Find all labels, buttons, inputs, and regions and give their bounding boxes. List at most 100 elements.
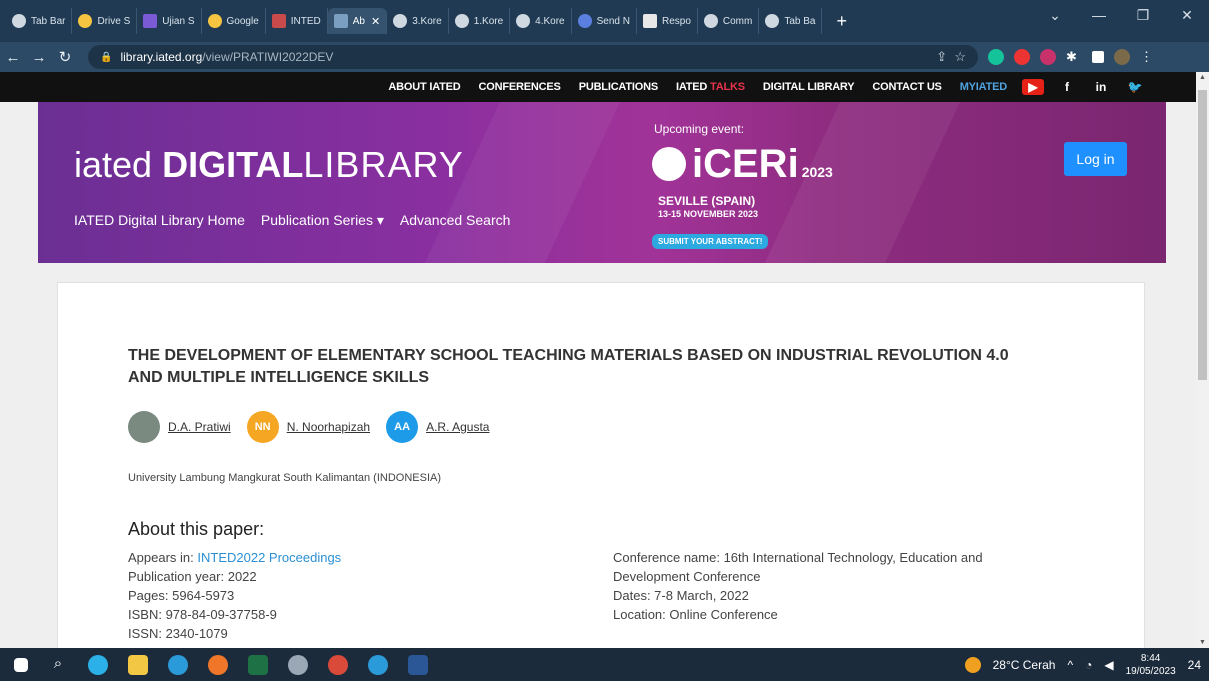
tab-favicon-icon bbox=[765, 14, 780, 28]
windows-start-icon[interactable] bbox=[14, 657, 28, 672]
reload-button[interactable]: ↻ bbox=[52, 48, 78, 66]
nav-digital-library[interactable]: DIGITAL LIBRARY bbox=[754, 81, 864, 93]
site-top-nav: ABOUT IATED CONFERENCES PUBLICATIONS IAT… bbox=[0, 72, 1196, 102]
sidepanel-icon[interactable] bbox=[1092, 51, 1104, 63]
weather-text[interactable]: 28°C Cerah bbox=[993, 658, 1056, 672]
page-scrollbar[interactable]: ▲ ▼ bbox=[1196, 72, 1209, 648]
forms-icon bbox=[143, 14, 158, 28]
chrome-profile-icon[interactable] bbox=[288, 654, 308, 675]
affiliation: University Lambung Mangkurat South Kalim… bbox=[128, 472, 442, 484]
new-tab-button[interactable]: + bbox=[822, 11, 861, 32]
publication-year: Publication year: 2022 bbox=[128, 569, 257, 584]
tab[interactable]: Comm bbox=[698, 8, 760, 34]
nav-myiated[interactable]: MYIATED bbox=[951, 81, 1016, 93]
grammarly-icon[interactable] bbox=[988, 49, 1004, 65]
paper-details-right: Conference name: 16th International Tech… bbox=[613, 548, 983, 624]
forward-button[interactable]: → bbox=[26, 49, 52, 66]
submit-abstract-button[interactable]: SUBMIT YOUR ABSTRACT! bbox=[652, 234, 769, 249]
author[interactable]: D.A. Pratiwi bbox=[128, 411, 231, 443]
tab-favicon-icon bbox=[393, 14, 408, 28]
profile-avatar[interactable] bbox=[1114, 49, 1130, 65]
url-field[interactable]: 🔒 library.iated.org/view/PRATIWI2022DEV … bbox=[88, 45, 978, 69]
author-name[interactable]: D.A. Pratiwi bbox=[168, 420, 231, 434]
notification-icon[interactable]: 24 bbox=[1188, 658, 1201, 672]
volume-icon[interactable]: ◀ bbox=[1104, 658, 1113, 672]
firefox-icon[interactable] bbox=[208, 654, 228, 675]
menu-icon[interactable]: ⋮ bbox=[1140, 49, 1156, 65]
isbn: ISBN: 978-84-09-37758-9 bbox=[128, 607, 277, 622]
tab-favicon-icon bbox=[454, 14, 469, 28]
nav-publication-series[interactable]: Publication Series ▾ bbox=[261, 212, 384, 229]
edge-icon[interactable] bbox=[88, 654, 108, 675]
linkedin-icon[interactable]: in bbox=[1090, 79, 1112, 95]
login-button[interactable]: Log in bbox=[1064, 142, 1127, 176]
tab-search-icon[interactable]: ⌄ bbox=[1033, 0, 1077, 30]
avatar: NN bbox=[246, 411, 279, 443]
back-button[interactable]: ← bbox=[0, 49, 26, 66]
twitter-icon[interactable]: 🐦 bbox=[1124, 79, 1146, 95]
site-logo[interactable]: iated DIGITALLIBRARY bbox=[74, 144, 464, 186]
author-name[interactable]: A.R. Agusta bbox=[426, 420, 489, 434]
chrome-icon[interactable] bbox=[168, 654, 188, 675]
close-tab-icon[interactable]: ✕ bbox=[371, 15, 380, 28]
tab[interactable]: Send N bbox=[572, 8, 637, 34]
author-name[interactable]: N. Noorhapizah bbox=[287, 420, 370, 434]
nav-contact-us[interactable]: CONTACT US bbox=[863, 81, 950, 93]
paper-card: THE DEVELOPMENT OF ELEMENTARY SCHOOL TEA… bbox=[57, 282, 1145, 648]
author[interactable]: AA A.R. Agusta bbox=[386, 411, 489, 443]
adblock-icon[interactable] bbox=[1014, 49, 1030, 65]
nav-iated-talks[interactable]: IATED TALKS bbox=[667, 81, 754, 93]
excel-icon[interactable] bbox=[248, 654, 268, 675]
minimize-button[interactable]: — bbox=[1077, 0, 1121, 30]
upcoming-event-label: Upcoming event: bbox=[654, 122, 745, 136]
tray-chevron-icon[interactable]: ^ bbox=[1067, 658, 1073, 672]
youtube-icon[interactable]: ▶ bbox=[1022, 79, 1044, 95]
tab[interactable]: Tab Ba bbox=[759, 8, 823, 34]
search-icon[interactable]: ⌕ bbox=[48, 655, 68, 675]
nav-about-iated[interactable]: ABOUT IATED bbox=[379, 81, 469, 93]
nav-publications[interactable]: PUBLICATIONS bbox=[570, 81, 667, 93]
scrollbar-thumb[interactable] bbox=[1198, 90, 1207, 380]
nav-advanced-search[interactable]: Advanced Search bbox=[400, 212, 511, 229]
restore-button[interactable]: ❐ bbox=[1121, 0, 1165, 30]
tab[interactable]: INTED bbox=[266, 8, 328, 34]
conference-name: Conference name: 16th International Tech… bbox=[613, 550, 983, 565]
tab-favicon-icon bbox=[333, 14, 348, 28]
conference-location: Location: Online Conference bbox=[613, 607, 778, 622]
browser-tab-strip: Tab Bar Drive S Ujian S Google INTED Ab ✕… bbox=[0, 0, 1209, 42]
tab[interactable]: 3.Kore bbox=[387, 8, 449, 34]
puzzle-icon[interactable]: ✱ bbox=[1066, 49, 1082, 65]
iceri-event-logo[interactable]: iCERi 2023 bbox=[652, 142, 833, 187]
tab[interactable]: Ujian S bbox=[137, 8, 202, 34]
tab[interactable]: Google bbox=[202, 8, 266, 34]
window-controls: ⌄ — ❐ ✕ bbox=[1033, 0, 1209, 30]
extensions-bar: ✱ ⋮ bbox=[988, 49, 1156, 65]
chrome-profile-icon[interactable] bbox=[328, 654, 348, 675]
tab[interactable]: Respo bbox=[637, 8, 698, 34]
share-icon[interactable]: ⇪ ☆ bbox=[936, 49, 966, 65]
extension-icon[interactable] bbox=[1040, 49, 1056, 65]
tab[interactable]: 4.Kore bbox=[510, 8, 572, 34]
word-icon[interactable] bbox=[408, 654, 428, 675]
nav-conferences[interactable]: CONFERENCES bbox=[470, 81, 570, 93]
tab[interactable]: Tab Bar bbox=[6, 8, 73, 34]
network-icon[interactable]: ◔ bbox=[1085, 658, 1092, 672]
scroll-up-arrow-icon[interactable]: ▲ bbox=[1196, 74, 1209, 81]
scroll-down-arrow-icon[interactable]: ▼ bbox=[1196, 639, 1209, 646]
nav-library-home[interactable]: IATED Digital Library Home bbox=[74, 212, 245, 229]
close-window-button[interactable]: ✕ bbox=[1165, 0, 1209, 30]
author[interactable]: NN N. Noorhapizah bbox=[246, 411, 370, 443]
tab[interactable]: Drive S bbox=[72, 8, 138, 34]
paper-details-left: Appears in: INTED2022 Proceedings Public… bbox=[128, 548, 341, 643]
weather-icon bbox=[964, 656, 981, 673]
facebook-icon[interactable]: f bbox=[1056, 79, 1078, 95]
clock[interactable]: 8:44 19/05/2023 bbox=[1126, 652, 1176, 678]
chrome-profile-icon[interactable] bbox=[368, 654, 388, 675]
tab[interactable]: 1.Kore bbox=[449, 8, 511, 34]
lock-icon: 🔒 bbox=[100, 51, 113, 63]
library-nav: IATED Digital Library Home Publication S… bbox=[74, 212, 510, 229]
file-explorer-icon[interactable] bbox=[128, 654, 148, 675]
tab-active[interactable]: Ab ✕ bbox=[327, 8, 388, 34]
proceedings-link[interactable]: INTED2022 Proceedings bbox=[197, 550, 341, 565]
avatar bbox=[128, 411, 160, 443]
